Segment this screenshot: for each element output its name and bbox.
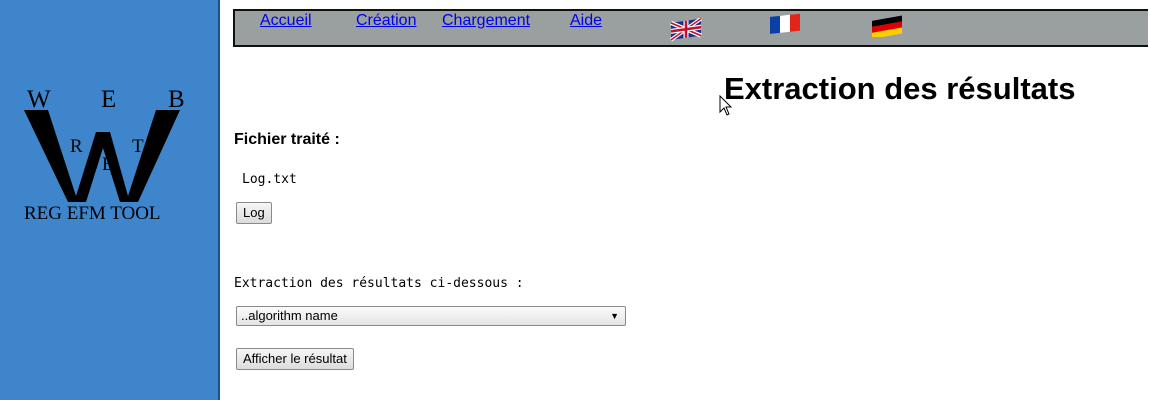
processed-file-name: Log.txt: [242, 172, 297, 187]
nav-link-accueil[interactable]: Accueil: [260, 12, 312, 30]
top-navigation-bar: Accueil Création Chargement Aide: [233, 9, 1148, 47]
algorithm-select-value: ..algorithm name: [241, 308, 338, 323]
processed-file-label: Fichier traité :: [234, 131, 340, 148]
logo-tagline: REG EFM TOOL: [24, 203, 161, 224]
log-button[interactable]: Log: [236, 202, 272, 224]
logo-letter-w: W: [27, 86, 51, 113]
logo-letter-e-inner: E: [102, 154, 114, 175]
nav-link-chargement[interactable]: Chargement: [442, 12, 530, 30]
logo-letter-r: R: [70, 136, 83, 157]
chevron-down-icon: ▼: [610, 311, 619, 321]
extraction-label: Extraction des résultats ci-dessous :: [234, 276, 524, 291]
uk-flag-icon[interactable]: [670, 18, 702, 42]
mouse-pointer-icon: [719, 95, 733, 116]
show-result-button[interactable]: Afficher le résultat: [236, 348, 354, 370]
web-ret-logo: W E B R E T REG EFM TOOL: [24, 86, 185, 224]
algorithm-select[interactable]: ..algorithm name ▼: [236, 306, 626, 326]
logo-letter-t: T: [132, 136, 144, 157]
nav-link-creation[interactable]: Création: [356, 12, 416, 30]
nav-link-aide[interactable]: Aide: [570, 12, 602, 30]
sidebar: W E B R E T REG EFM TOOL: [0, 0, 220, 400]
logo-letter-b: B: [168, 86, 185, 113]
france-flag-icon[interactable]: [769, 11, 801, 35]
page-title: Extraction des résultats: [724, 71, 1076, 106]
logo-letter-e: E: [101, 86, 116, 113]
germany-flag-icon[interactable]: [871, 13, 903, 37]
